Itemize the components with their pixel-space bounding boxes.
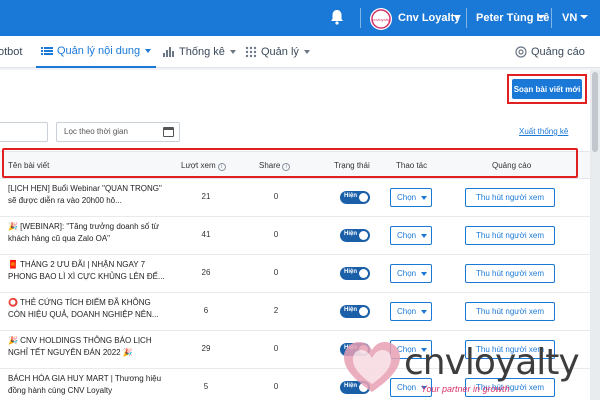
- grid-icon: [245, 46, 257, 58]
- nav-content-manage[interactable]: Quản lý nội dung: [36, 36, 157, 68]
- visibility-toggle[interactable]: Hiện: [340, 229, 370, 242]
- chevron-down-icon: [145, 49, 152, 53]
- account-logo[interactable]: cnvloyalty: [370, 8, 392, 30]
- brand-watermark: cnvloyalty Your partner in growth: [338, 338, 600, 400]
- toggle-knob: [359, 193, 368, 202]
- chevron-down-icon: [229, 50, 236, 54]
- bar-chart-icon: [163, 47, 174, 57]
- account-name[interactable]: Cnv Loyalty: [398, 12, 460, 24]
- language-chevron-down-icon[interactable]: [580, 15, 588, 19]
- chevron-down-icon: [421, 310, 427, 314]
- post-title[interactable]: 🧧 THÁNG 2 ƯU ĐÃI | NHẬN NGAY 7 PHONG BAO…: [8, 259, 170, 285]
- nav-stats[interactable]: Thống kê: [163, 36, 236, 68]
- action-select-label: Chọn: [397, 231, 417, 240]
- date-filter-input[interactable]: Lọc theo thời gian: [56, 122, 180, 142]
- notification-bell-icon[interactable]: [330, 9, 344, 25]
- nav-ads-label: Quảng cáo: [531, 46, 585, 58]
- post-shares: 0: [273, 192, 279, 201]
- action-select[interactable]: Chọn: [390, 226, 432, 245]
- nav-bar: otbot Quản lý nội dung Thống kê Quản lý: [0, 36, 600, 68]
- toggle-knob: [359, 307, 368, 316]
- list-icon: [41, 47, 53, 55]
- action-select-label: Chọn: [397, 307, 417, 316]
- post-shares: 0: [273, 230, 279, 239]
- nav-chatbot-label: otbot: [0, 46, 23, 58]
- toggle-label: Hiện: [344, 193, 358, 199]
- attract-viewers-button[interactable]: Thu hút người xem: [465, 226, 555, 245]
- compose-post-button[interactable]: Soạn bài viết mới: [512, 79, 582, 99]
- action-select-label: Chọn: [397, 193, 417, 202]
- visibility-toggle[interactable]: Hiện: [340, 305, 370, 318]
- topbar-divider: [551, 8, 552, 28]
- attract-viewers-button[interactable]: Thu hút người xem: [465, 188, 555, 207]
- table-row: ⭕ THẺ CỨNG TÍCH ĐIỂM ĐÃ KHÔNG CÒN HIỆU Q…: [0, 293, 590, 331]
- post-title[interactable]: [LỊCH HẸN] Buổi Webinar "QUAN TRỌNG" sẽ …: [8, 183, 170, 209]
- watermark-brand: cnvloyalty: [404, 342, 580, 383]
- post-views: 41: [201, 230, 211, 239]
- search-input[interactable]: [0, 122, 48, 142]
- post-views: 6: [203, 306, 209, 315]
- table-row: 🎉 [WEBINAR]: "Tăng trưởng doanh số từ kh…: [0, 217, 590, 255]
- toggle-label: Hiện: [344, 231, 358, 237]
- nav-chatbot[interactable]: otbot: [0, 36, 22, 68]
- nav-ads[interactable]: Quảng cáo: [515, 36, 585, 68]
- table-row: 🧧 THÁNG 2 ƯU ĐÃI | NHẬN NGAY 7 PHONG BAO…: [0, 255, 590, 293]
- calendar-icon[interactable]: [163, 127, 174, 137]
- account-logo-label: cnvloyalty: [372, 17, 390, 22]
- post-title[interactable]: ⭕ THẺ CỨNG TÍCH ĐIỂM ĐÃ KHÔNG CÒN HIỆU Q…: [8, 297, 170, 323]
- top-bar: cnvloyalty Cnv Loyalty Peter Tùng Lê VN: [0, 0, 600, 36]
- nav-manage[interactable]: Quản lý: [245, 36, 310, 68]
- attract-viewers-button[interactable]: Thu hút người xem: [465, 302, 555, 321]
- action-select-label: Chọn: [397, 269, 417, 278]
- nav-content-manage-label: Quản lý nội dung: [57, 45, 141, 57]
- action-select[interactable]: Chọn: [390, 302, 432, 321]
- action-select[interactable]: Chọn: [390, 188, 432, 207]
- scrollbar-thumb[interactable]: [592, 72, 598, 152]
- user-chevron-down-icon[interactable]: [537, 15, 545, 19]
- toggle-label: Hiện: [344, 269, 358, 275]
- post-shares: 2: [273, 306, 279, 315]
- watermark-tagline: Your partner in growth: [421, 384, 510, 394]
- topbar-divider: [360, 8, 361, 28]
- post-title[interactable]: 🎉 [WEBINAR]: "Tăng trưởng doanh số từ kh…: [8, 221, 170, 247]
- table-row: [LỊCH HẸN] Buổi Webinar "QUAN TRỌNG" sẽ …: [0, 179, 590, 217]
- post-shares: 0: [273, 382, 279, 391]
- chevron-down-icon: [421, 234, 427, 238]
- nav-manage-label: Quản lý: [261, 46, 299, 58]
- visibility-toggle[interactable]: Hiện: [340, 191, 370, 204]
- heart-logo-icon: [344, 342, 400, 392]
- language-selector[interactable]: VN: [562, 12, 577, 24]
- post-views: 26: [201, 268, 211, 277]
- topbar-divider: [466, 8, 467, 28]
- chevron-down-icon: [421, 196, 427, 200]
- target-icon: [515, 46, 527, 58]
- toggle-knob: [359, 269, 368, 278]
- post-title[interactable]: 🎉 CNV HOLDINGS THÔNG BÁO LỊCH NGHỈ TẾT N…: [8, 335, 170, 361]
- chevron-down-icon: [303, 50, 310, 54]
- toggle-knob: [359, 231, 368, 240]
- compose-highlight-box: Soạn bài viết mới: [507, 74, 587, 104]
- post-views: 5: [203, 382, 209, 391]
- post-views: 29: [201, 344, 211, 353]
- toggle-label: Hiện: [344, 307, 358, 313]
- chevron-down-icon: [421, 272, 427, 276]
- post-shares: 0: [273, 344, 279, 353]
- action-select[interactable]: Chọn: [390, 264, 432, 283]
- post-views: 21: [201, 192, 211, 201]
- visibility-toggle[interactable]: Hiện: [340, 267, 370, 280]
- attract-viewers-button[interactable]: Thu hút người xem: [465, 264, 555, 283]
- nav-stats-label: Thống kê: [179, 46, 225, 58]
- account-chevron-down-icon[interactable]: [453, 15, 461, 19]
- header-highlight-box: [2, 148, 578, 178]
- export-stats-link[interactable]: Xuất thống kê: [519, 127, 568, 136]
- date-filter-placeholder: Lọc theo thời gian: [64, 127, 128, 136]
- post-shares: 0: [273, 268, 279, 277]
- post-title[interactable]: BÁCH HÓA GIA HUY MART | Thương hiệu đồng…: [8, 373, 170, 399]
